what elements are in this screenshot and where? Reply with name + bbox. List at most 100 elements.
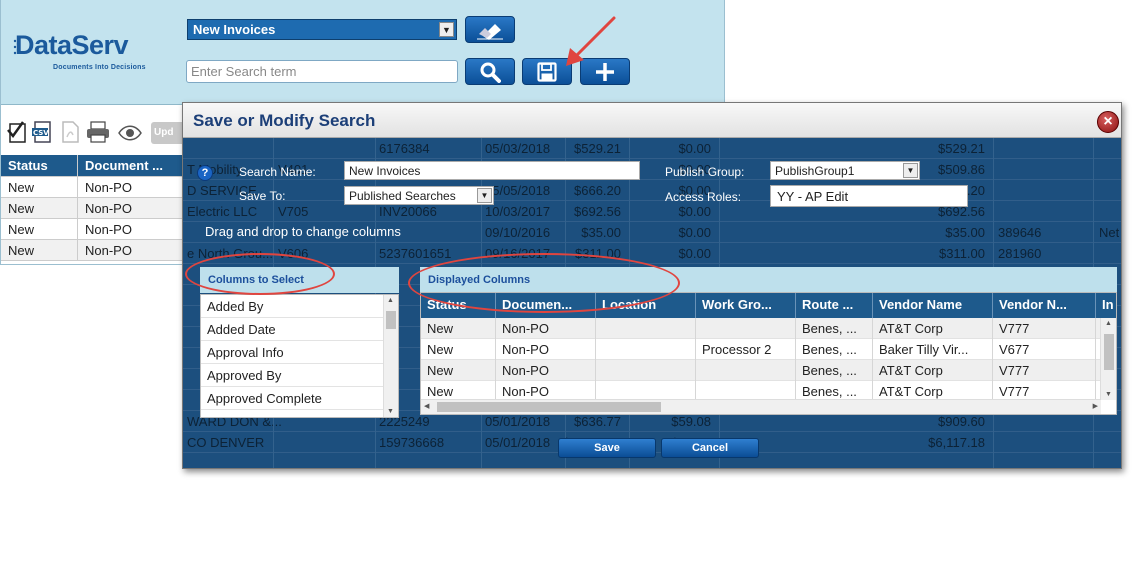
table-row[interactable]: New Non-PO Benes, ... AT&T Corp V777 [421, 318, 1101, 339]
column-header-status[interactable]: Status [1, 155, 78, 176]
annotation-oval-columns-to-select [185, 253, 335, 295]
clear-search-button[interactable] [465, 16, 515, 43]
access-roles-label: Access Roles: [665, 190, 742, 204]
background-table-cell: 389646 [998, 225, 1042, 240]
search-name-label: Search Name: [239, 165, 316, 179]
publish-group-label: Publish Group: [665, 165, 745, 179]
background-table-row: Electric LLC V705 INV20066 10/03/2017 $692.5… [183, 201, 1121, 222]
scrollbar-thumb[interactable] [386, 311, 396, 329]
cell-document: Non-PO [78, 219, 183, 239]
background-table-row: T MobilityV40105/03/2018$509.86$0.00$509… [183, 159, 1121, 180]
pdf-icon[interactable] [59, 120, 81, 144]
table-cell: V677 [993, 339, 1096, 360]
update-button[interactable]: Upd [151, 122, 185, 144]
svg-text:CSV: CSV [33, 129, 49, 137]
search-name-input[interactable]: New Invoices [344, 161, 640, 180]
cell-status: New [1, 198, 78, 218]
columns-list-scrollbar[interactable]: ▲ ▼ [383, 295, 398, 417]
table-row[interactable]: New Non-PO [1, 219, 183, 240]
scrollbar-thumb[interactable] [437, 402, 661, 412]
background-table-cell: 05/03/2018 [485, 141, 551, 156]
table-cell: V777 [993, 318, 1096, 339]
cell-document: Non-PO [78, 240, 183, 260]
background-table-cell: $0.00 [678, 225, 711, 240]
scroll-down-icon[interactable]: ▼ [1105, 391, 1112, 398]
background-table-cell: $529.21 [574, 141, 621, 156]
table-cell: Processor 2 [696, 339, 796, 360]
background-table-cell: $59.08 [671, 414, 711, 429]
column-header-in[interactable]: In [1096, 293, 1116, 318]
scroll-left-icon[interactable]: ◀ [424, 402, 429, 410]
results-grid-header: Status Document ... [1, 155, 183, 177]
table-row[interactable]: New Non-PO [1, 198, 183, 219]
background-table-cell: $0.00 [678, 246, 711, 261]
logo-tagline: Documents Into Decisions [53, 64, 146, 71]
saved-search-select[interactable]: New Invoices ▼ [187, 19, 457, 40]
access-roles-input[interactable]: YY - AP Edit [770, 185, 968, 207]
list-item[interactable]: Approved Complete [201, 387, 384, 410]
table-row[interactable]: New Non-PO [1, 240, 183, 261]
cancel-button[interactable]: Cancel [661, 438, 759, 458]
list-item[interactable]: Approval Info [201, 341, 384, 364]
background-table-cell: 6176384 [379, 141, 430, 156]
drag-drop-hint: Drag and drop to change columns [205, 224, 401, 239]
displayed-grid-hscrollbar[interactable]: ◀ ▶ [421, 399, 1101, 414]
column-header-route[interactable]: Route ... [796, 293, 873, 318]
background-table-cell: V705 [278, 204, 309, 219]
table-row[interactable]: New Non-PO Processor 2 Benes, ... Baker Till… [421, 339, 1101, 360]
cell-status: New [1, 177, 78, 197]
column-header-vendor-name[interactable]: Vendor Name [873, 293, 993, 318]
help-icon[interactable]: ? [197, 165, 213, 181]
cell-status: New [1, 240, 78, 260]
background-table-cell: 281960 [998, 246, 1042, 261]
background-table-cell: Net [1099, 225, 1120, 240]
table-cell: Non-PO [496, 339, 596, 360]
background-table-cell: $35.00 [945, 225, 985, 240]
background-table-cell: 09/10/2016 [485, 225, 551, 240]
background-table-cell: 05/05/2018 [485, 183, 551, 198]
column-header-work-group[interactable]: Work Gro... [696, 293, 796, 318]
search-button[interactable] [465, 58, 515, 85]
column-header-document[interactable]: Document ... [78, 155, 183, 176]
table-row[interactable]: New Non-PO [1, 177, 183, 198]
scroll-down-icon[interactable]: ▼ [387, 408, 394, 415]
chevron-down-icon: ▼ [439, 22, 454, 37]
background-table-cell: $0.00 [678, 141, 711, 156]
scroll-up-icon[interactable]: ▲ [387, 297, 394, 304]
table-cell: AT&T Corp [873, 318, 993, 339]
background-table-row: 6176384 05/03/2018 $529.21 $0.00 $529.21 [183, 138, 1121, 159]
background-table-cell: $692.56 [574, 204, 621, 219]
column-header-vendor-number[interactable]: Vendor N... [993, 293, 1096, 318]
list-item[interactable]: Added By [201, 295, 384, 318]
table-cell: New [421, 318, 496, 339]
list-item[interactable]: Approved By [201, 364, 384, 387]
background-table-cell: 05/01/2018 [485, 435, 551, 450]
table-cell [596, 360, 696, 381]
table-row[interactable]: New Non-PO Benes, ... AT&T Corp V777 [421, 360, 1101, 381]
view-icon[interactable] [117, 120, 143, 144]
scrollbar-thumb[interactable] [1104, 334, 1114, 370]
background-table-cell: $0.00 [678, 204, 711, 219]
scroll-up-icon[interactable]: ▲ [1105, 320, 1112, 327]
columns-to-select-list[interactable]: Added By Added Date Approval Info Approv… [200, 294, 399, 418]
search-icon [480, 62, 501, 83]
chevron-down-icon: ▼ [477, 188, 492, 203]
checklist-icon[interactable] [7, 120, 29, 144]
scroll-right-icon[interactable]: ▶ [1093, 402, 1098, 410]
background-table-cell: T Mobility [187, 162, 243, 177]
publish-group-select[interactable]: PublishGroup1 ▼ [770, 161, 920, 180]
background-table-cell: $529.21 [938, 141, 985, 156]
close-icon[interactable]: × [1097, 111, 1119, 133]
save-button[interactable]: Save [558, 438, 656, 458]
list-item[interactable]: Added Date [201, 318, 384, 341]
background-table-cell: $636.77 [574, 414, 621, 429]
table-cell [596, 318, 696, 339]
printer-icon[interactable] [85, 120, 111, 144]
search-input[interactable]: Enter Search term [186, 60, 458, 83]
floppy-disk-icon [537, 61, 557, 82]
table-cell: Benes, ... [796, 339, 873, 360]
background-table-cell: $35.00 [581, 225, 621, 240]
displayed-grid-vscrollbar[interactable]: ▲ ▼ [1100, 318, 1116, 400]
save-to-select[interactable]: Published Searches ▼ [344, 186, 494, 205]
csv-export-icon[interactable]: CSV [31, 120, 53, 144]
